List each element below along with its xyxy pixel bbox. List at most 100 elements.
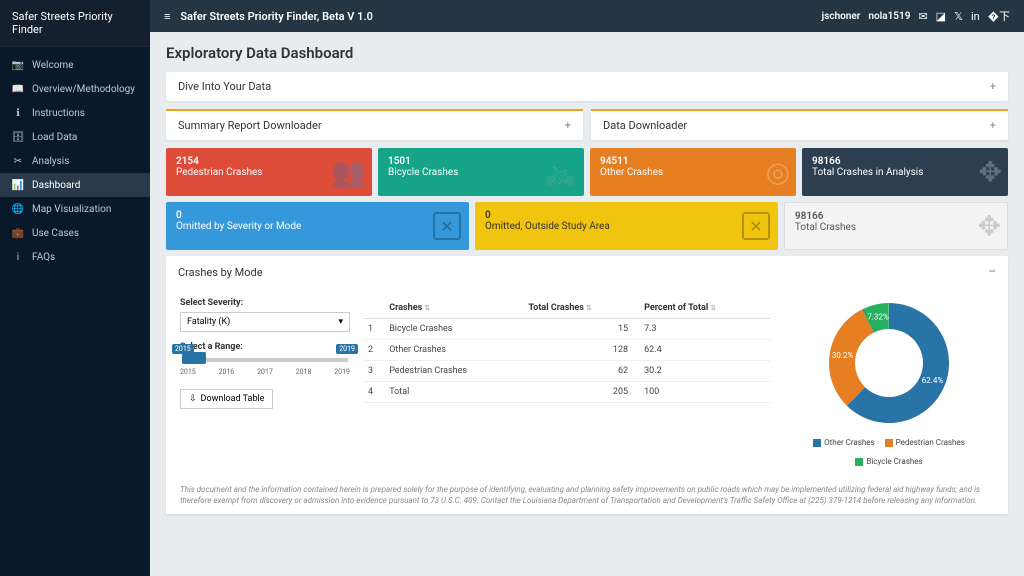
table-header[interactable]: Total Crashes⇅ [524, 298, 640, 319]
linkedin-icon[interactable]: in [971, 10, 980, 23]
table-header[interactable]: Crashes⇅ [385, 298, 524, 319]
card-bg-icon: ✥ [978, 210, 1001, 243]
stat-cards-row1: 2154Pedestrian Crashes👥1501Bicycle Crash… [166, 148, 1008, 196]
stat-card: 94511Other Crashes◎ [590, 148, 796, 196]
table-header[interactable] [364, 298, 385, 319]
panel-data-downloader[interactable]: Data Downloader + [591, 109, 1008, 140]
card-value: 98166 [812, 156, 998, 167]
stat-card: 2154Pedestrian Crashes👥 [166, 148, 372, 196]
table-row: 1Bicycle Crashes157.3 [364, 319, 770, 340]
card-value: 0 [485, 210, 768, 221]
stat-card: 1501Bicycle Crashes🚲 [378, 148, 584, 196]
download-icon[interactable]: �下 [988, 8, 1010, 24]
svg-text:62.4%: 62.4% [922, 376, 944, 385]
crashes-table: Crashes⇅Total Crashes⇅Percent of Total⇅1… [364, 298, 770, 466]
stat-card: 98166Total Crashes in Analysis✥ [802, 148, 1008, 196]
user-name: jschoner [822, 11, 861, 22]
table-row: 2Other Crashes12862.4 [364, 340, 770, 361]
expand-icon[interactable]: + [565, 119, 571, 132]
nav-list: 📷 Welcome 📖Overview/Methodology ℹ Instructio… [0, 47, 150, 275]
panel-crashes-by-mode: Crashes by Mode − Select Severity: Fatal… [166, 256, 1008, 514]
nav-label: Analysis [32, 156, 69, 167]
card-bg-icon: 👥 [331, 156, 366, 189]
nav-icon: 🌐 [12, 203, 24, 215]
nav-label: Load Data [32, 132, 77, 143]
page-title: Exploratory Data Dashboard [166, 44, 1008, 62]
disclaimer: This document and the information contai… [166, 476, 1008, 514]
year-range-slider[interactable]: 2015 2019 20152016201720182019 [180, 358, 350, 376]
collapse-icon[interactable]: − [988, 264, 996, 280]
table-row: 3Pedestrian Crashes6230.2 [364, 361, 770, 382]
sidebar-item-faqs[interactable]: i FAQs [0, 245, 150, 269]
nav-icon: 📊 [12, 179, 24, 191]
svg-text:30.2%: 30.2% [832, 351, 854, 360]
card-bg-icon: ◎ [766, 156, 790, 189]
sidebar-item-map-visualization[interactable]: 🌐 Map Visualization [0, 197, 150, 221]
stat-card: 0Omitted by Severity or Mode✕ [166, 202, 469, 250]
chevron-down-icon: ▾ [338, 317, 343, 327]
stat-cards-row2: 0Omitted by Severity or Mode✕0Omitted, O… [166, 202, 1008, 250]
nav-label: Dashboard [32, 180, 80, 191]
crashes-title: Crashes by Mode [178, 266, 263, 279]
download-icon: ⇩ [189, 394, 197, 404]
sidebar-item-load-data[interactable]: 🗄 Load Data [0, 125, 150, 149]
panel-summary[interactable]: Summary Report Downloader + [166, 109, 583, 140]
expand-icon[interactable]: + [990, 119, 996, 132]
legend-item: Pedestrian Crashes [885, 438, 965, 447]
nav-icon: 📷 [12, 59, 24, 71]
close-icon: ✕ [742, 212, 770, 240]
svg-text:7.32%: 7.32% [867, 312, 889, 321]
card-label: Total Crashes in Analysis [812, 167, 998, 178]
sidebar-item-overview-methodology[interactable]: 📖Overview/Methodology [0, 77, 150, 101]
card-label: Other Crashes [600, 167, 786, 178]
nav-icon: 💼 [12, 227, 24, 239]
download-table-button[interactable]: ⇩ Download Table [180, 389, 273, 409]
nav-label: Welcome [32, 60, 73, 71]
app-title: Safer Streets Priority Finder [0, 0, 150, 47]
topbar-title: Safer Streets Priority Finder, Beta V 1.… [180, 10, 372, 23]
chart-legend: Other Crashes Pedestrian Crashes Bicycle C… [784, 438, 994, 466]
card-value: 98166 [795, 211, 997, 222]
table-header[interactable]: Percent of Total⇅ [640, 298, 770, 319]
nav-icon: 🗄 [12, 131, 24, 143]
card-label: Total Crashes [795, 222, 997, 233]
table-row: 4Total205100 [364, 382, 770, 403]
nav-icon: i [12, 251, 24, 263]
mail-icon[interactable]: ✉ [918, 10, 927, 23]
card-bg-icon: 🚲 [543, 156, 578, 189]
severity-select[interactable]: Fatality (K) ▾ [180, 312, 350, 332]
close-icon: ✕ [433, 212, 461, 240]
nav-label: Use Cases [32, 228, 79, 239]
donut-chart: 62.4% 30.2% 7.32% [824, 298, 954, 428]
sidebar-item-welcome[interactable]: 📷 Welcome [0, 53, 150, 77]
sidebar-item-analysis[interactable]: ✂ Analysis [0, 149, 150, 173]
card-value: 94511 [600, 156, 786, 167]
panel-dive[interactable]: Dive Into Your Data + [166, 72, 1008, 101]
nav-icon: ℹ [12, 107, 24, 119]
menu-icon[interactable]: ≡ [164, 10, 170, 23]
panel-data-title: Data Downloader [603, 119, 687, 132]
twitter-icon[interactable]: 𝕏 [954, 10, 963, 23]
nav-icon: ✂ [12, 155, 24, 167]
sidebar-item-instructions[interactable]: ℹ Instructions [0, 101, 150, 125]
card-value: 0 [176, 210, 459, 221]
legend-item: Other Crashes [813, 438, 874, 447]
stat-card: 0Omitted, Outside Study Area✕ [475, 202, 778, 250]
facebook-icon[interactable]: ◪ [936, 10, 946, 23]
sidebar-item-dashboard[interactable]: 📊 Dashboard [0, 173, 150, 197]
study-name: nola1519 [868, 11, 910, 22]
card-label: Omitted by Severity or Mode [176, 221, 459, 232]
sidebar-item-use-cases[interactable]: 💼 Use Cases [0, 221, 150, 245]
panel-summary-title: Summary Report Downloader [178, 119, 322, 132]
legend-item: Bicycle Crashes [855, 457, 922, 466]
panel-dive-title: Dive Into Your Data [178, 80, 271, 93]
nav-icon: 📖 [12, 83, 24, 95]
stat-card: 98166Total Crashes✥ [784, 202, 1008, 250]
expand-icon[interactable]: + [990, 80, 996, 93]
nav-label: Map Visualization [32, 204, 111, 215]
sidebar: Safer Streets Priority Finder 📷 Welcome 📖O… [0, 0, 150, 576]
range-label: Select a Range: [180, 342, 350, 352]
nav-label: Instructions [32, 108, 85, 119]
card-bg-icon: ✥ [979, 156, 1002, 189]
nav-label: FAQs [32, 252, 55, 263]
